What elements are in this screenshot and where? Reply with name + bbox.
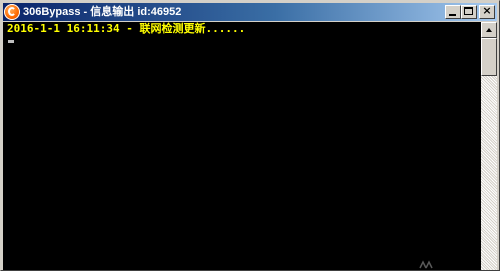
scroll-thumb[interactable] bbox=[481, 38, 497, 76]
window-title: 306Bypass - 信息输出 id:46952 bbox=[23, 6, 182, 18]
text-cursor bbox=[8, 40, 14, 43]
close-icon: × bbox=[482, 4, 492, 17]
title-bar[interactable]: 306Bypass - 信息输出 id:46952 × bbox=[3, 3, 497, 21]
console-output[interactable]: 2016-1-1 16:11:34 - 联网检测更新...... bbox=[3, 22, 481, 270]
app-icon[interactable] bbox=[4, 4, 20, 20]
scroll-up-button[interactable] bbox=[481, 22, 497, 38]
vertical-scrollbar[interactable] bbox=[481, 22, 497, 270]
maximize-icon bbox=[464, 7, 473, 15]
console-window: 306Bypass - 信息输出 id:46952 × 2016-1-1 16:… bbox=[0, 0, 500, 271]
minimize-icon bbox=[449, 14, 456, 16]
console-line: 2016-1-1 16:11:34 - 联网检测更新...... bbox=[7, 22, 246, 35]
maximize-button[interactable] bbox=[461, 5, 477, 19]
watermark-icon bbox=[419, 260, 433, 269]
close-button[interactable]: × bbox=[479, 4, 495, 19]
minimize-button[interactable] bbox=[445, 5, 461, 19]
app-icon-glyph bbox=[8, 7, 16, 16]
scroll-up-icon bbox=[486, 28, 492, 32]
